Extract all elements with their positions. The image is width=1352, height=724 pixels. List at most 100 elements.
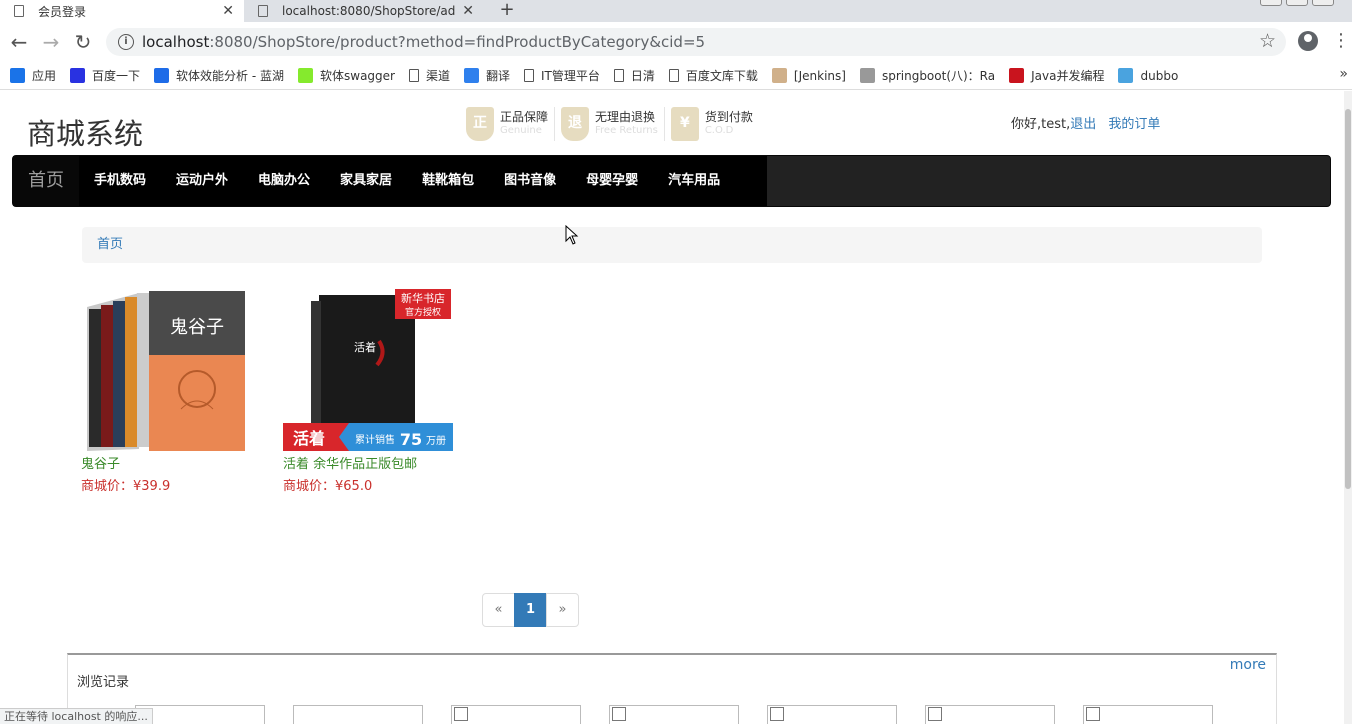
pagination-page-button[interactable]: 1 xyxy=(514,593,547,627)
broken-image-icon xyxy=(1086,707,1100,721)
bookmark-label: 翻译 xyxy=(486,69,511,83)
reload-icon[interactable]: ↻ xyxy=(72,31,94,53)
page-icon xyxy=(613,69,624,82)
cash-icon: ¥ xyxy=(670,107,699,141)
close-icon[interactable]: ✕ xyxy=(222,3,234,19)
translate-icon xyxy=(464,68,479,83)
bookmark-item[interactable]: [Jenkins] xyxy=(771,68,846,83)
store-tag-sub: 官方授权 xyxy=(405,306,441,318)
page-icon xyxy=(408,69,419,82)
shield-icon: 正 xyxy=(466,107,494,141)
nav-category-link[interactable]: 家具家居 xyxy=(325,156,407,206)
dubbo-icon xyxy=(1118,68,1134,83)
store-tag-title: 新华书店 xyxy=(401,291,445,305)
history-item[interactable] xyxy=(767,705,897,724)
bookmark-item[interactable]: 软体效能分析 - 蓝湖 xyxy=(154,67,284,84)
browse-history-panel: 浏览记录 more xyxy=(67,653,1277,724)
url-field[interactable]: i localhost:8080/ShopStore/product?metho… xyxy=(106,28,1286,56)
bookmark-item[interactable]: 软体swagger xyxy=(298,67,395,84)
badge-title: 货到付款 xyxy=(704,110,753,124)
blog-icon xyxy=(859,68,875,83)
bookmarks-overflow-button[interactable]: » xyxy=(1339,66,1348,82)
history-item[interactable] xyxy=(293,705,423,724)
history-item[interactable] xyxy=(451,705,581,724)
maximize-button[interactable] xyxy=(1286,0,1308,6)
url-path: :8080/ShopStore/product?method=findProdu… xyxy=(209,33,706,51)
user-bar: 你好,test,退出 我的订单 xyxy=(1011,113,1160,132)
broken-image-icon xyxy=(454,707,468,721)
jenkins-icon xyxy=(771,68,787,83)
product-card[interactable]: 鬼谷子 鬼谷子 商城价：¥39.9 xyxy=(81,289,253,494)
kebab-menu-icon[interactable]: ⋮ xyxy=(1332,31,1350,51)
bookmark-label: 软体效能分析 - 蓝湖 xyxy=(176,69,284,83)
breadcrumb-home-link[interactable]: 首页 xyxy=(97,237,123,252)
bookmark-item[interactable]: Java并发编程 xyxy=(1009,67,1104,84)
nav-category-link[interactable]: 运动户外 xyxy=(161,156,243,206)
bookmark-item[interactable]: 应用 xyxy=(10,67,56,84)
tab-member-login[interactable]: 会员登录 ✕ xyxy=(0,0,244,22)
site-logo[interactable]: 商城系统 xyxy=(27,111,143,153)
product-card[interactable]: 活着 新华书店 官方授权 活着 累计销售 75 万册 活着 余华作品正版包邮 商… xyxy=(283,289,455,494)
badge-subtitle: Free Returns xyxy=(595,125,658,136)
bookmark-label: IT管理平台 xyxy=(541,69,600,83)
history-item[interactable] xyxy=(925,705,1055,724)
scrollbar-thumb[interactable] xyxy=(1345,109,1351,489)
nav-category-link[interactable]: 手机数码 xyxy=(79,156,161,206)
logout-link[interactable]: 退出 xyxy=(1070,117,1096,132)
pagination-prev-button[interactable]: « xyxy=(482,593,515,627)
book-cover-image: 活着 新华书店 官方授权 活着 累计销售 75 万册 xyxy=(283,289,453,451)
bookmark-item[interactable]: springboot(八)：Ra xyxy=(859,67,996,84)
shield-icon: 退 xyxy=(561,107,590,141)
tab-admin[interactable]: localhost:8080/ShopStore/adm ✕ xyxy=(244,0,484,22)
product-image[interactable]: 鬼谷子 xyxy=(81,289,253,451)
bookmark-item[interactable]: 渠道 xyxy=(408,67,450,84)
page-icon xyxy=(668,69,679,82)
pagination-next-button[interactable]: » xyxy=(546,593,579,627)
nav-category-link[interactable]: 母婴孕婴 xyxy=(571,156,653,206)
history-more-link[interactable]: more xyxy=(1230,657,1266,673)
page-content: 商城系统 正 正品保障 Genuine 退 无理由退换 Free Returns ¥… xyxy=(0,91,1352,724)
history-item[interactable] xyxy=(609,705,739,724)
forward-arrow-icon[interactable]: → xyxy=(40,31,62,53)
window-controls xyxy=(1260,0,1334,6)
page-icon xyxy=(14,5,24,17)
bookmark-item[interactable]: 百度一下 xyxy=(70,67,140,84)
product-image[interactable]: 活着 新华书店 官方授权 活着 累计销售 75 万册 xyxy=(283,289,455,451)
bookmark-label: 应用 xyxy=(32,69,57,83)
product-name[interactable]: 鬼谷子 xyxy=(81,453,253,472)
product-name[interactable]: 活着 余华作品正版包邮 xyxy=(283,453,455,472)
bookmark-item[interactable]: 百度文库下载 xyxy=(668,67,758,84)
nav-category-link[interactable]: 图书音像 xyxy=(489,156,571,206)
promo-text: 累计销售 xyxy=(355,433,395,446)
tab-title: 会员登录 xyxy=(38,4,87,19)
my-orders-link[interactable]: 我的订单 xyxy=(1108,117,1160,132)
nav-category-link[interactable]: 汽车用品 xyxy=(653,156,735,206)
bookmark-item[interactable]: 日清 xyxy=(613,67,655,84)
promo-number: 75 xyxy=(400,430,422,449)
page-scrollbar[interactable] xyxy=(1344,91,1352,724)
close-window-button[interactable] xyxy=(1312,0,1334,6)
page-icon xyxy=(524,69,535,82)
badge-subtitle: C.O.D xyxy=(704,125,734,136)
history-item[interactable] xyxy=(1083,705,1213,724)
bookmark-label: springboot(八)：Ra xyxy=(881,69,996,83)
nav-category-link[interactable]: 电脑办公 xyxy=(243,156,325,206)
bookmark-item[interactable]: IT管理平台 xyxy=(524,67,600,84)
broken-image-icon xyxy=(612,707,626,721)
page-icon xyxy=(258,5,268,17)
profile-avatar-icon[interactable] xyxy=(1298,31,1318,51)
back-arrow-icon[interactable]: ← xyxy=(8,31,30,53)
bookmark-star-icon[interactable]: ☆ xyxy=(1259,30,1276,52)
product-price: 商城价：¥39.9 xyxy=(81,479,171,494)
nav-home-link[interactable]: 首页 xyxy=(13,156,79,206)
minimize-button[interactable] xyxy=(1260,0,1282,6)
bookmark-item[interactable]: 翻译 xyxy=(464,67,510,84)
close-icon[interactable]: ✕ xyxy=(462,3,474,19)
history-item[interactable] xyxy=(135,705,265,724)
new-tab-button[interactable]: + xyxy=(496,0,518,22)
nav-category-link[interactable]: 鞋靴箱包 xyxy=(407,156,489,206)
badge-returns: 退 无理由退换 Free Returns xyxy=(561,107,665,141)
bookmark-item[interactable]: dubbo xyxy=(1118,68,1178,83)
info-icon[interactable]: i xyxy=(118,34,134,50)
swagger-icon xyxy=(298,68,313,83)
